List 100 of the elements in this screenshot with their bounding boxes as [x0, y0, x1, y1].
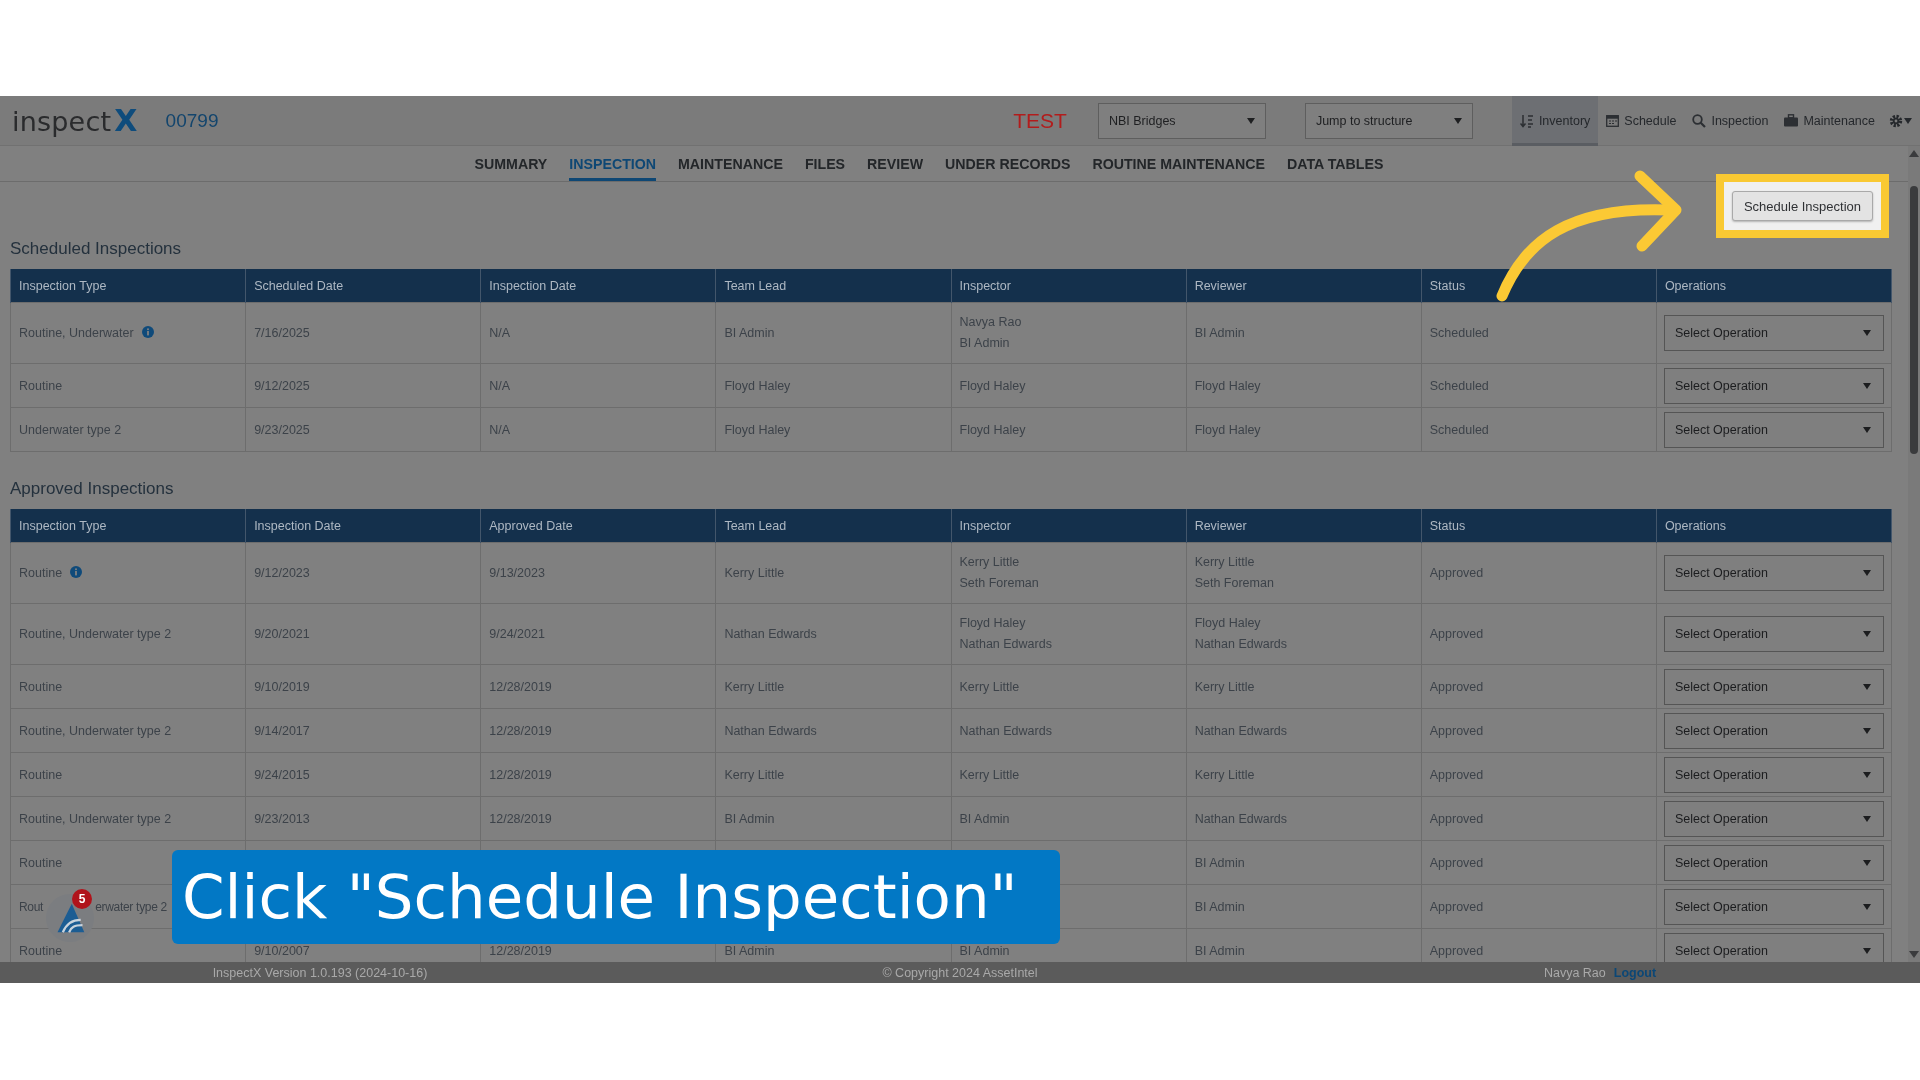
structure-dropdown[interactable]: Jump to structure [1304, 102, 1473, 139]
app-logo[interactable]: inspectX [12, 103, 138, 138]
scrollbar[interactable] [1908, 146, 1920, 962]
caret-icon [1246, 117, 1255, 124]
column-header: Reviewer [1186, 509, 1422, 543]
page-tab[interactable]: SUMMARY [474, 146, 548, 181]
scroll-up-icon[interactable] [1909, 150, 1919, 157]
table-cell: BI Admin [1186, 840, 1422, 885]
column-header: Inspector [951, 269, 1187, 303]
table-cell: Nathan Edwards [1186, 796, 1422, 841]
info-icon[interactable] [141, 326, 154, 338]
settings-icon [1889, 113, 1903, 128]
table-cell: BI Admin [1186, 302, 1422, 364]
page-tab[interactable]: ROUTINE MAINTENANCE [1092, 146, 1265, 181]
operation-select[interactable]: Select Operation [1663, 844, 1884, 881]
operation-select[interactable]: Select Operation [1663, 555, 1884, 591]
table-cell: Kerry Little [951, 664, 1187, 709]
table-cell: Floyd Haley Nathan Edwards [1186, 603, 1422, 665]
operation-select[interactable]: Select Operation [1663, 411, 1884, 448]
table-cell: 12/28/2019 [480, 796, 716, 841]
table-cell: Floyd Haley [715, 363, 951, 408]
table-cell: Approved [1421, 708, 1657, 753]
table-cell: Kerry Little [1186, 664, 1422, 709]
table-cell: Scheduled [1421, 302, 1657, 364]
operation-select[interactable]: Select Operation [1663, 315, 1884, 351]
column-header: Inspection Type [10, 509, 246, 543]
column-header: Inspection Date [480, 269, 716, 303]
table-cell: Kerry Little [715, 752, 951, 797]
briefcase-icon [1784, 114, 1799, 127]
user-name: Navya Rao [1543, 965, 1606, 980]
page-tab[interactable]: MAINTENANCE [678, 146, 783, 181]
operation-select[interactable]: Select Operation [1663, 367, 1884, 404]
page-tab[interactable]: FILES [804, 146, 846, 181]
column-header: Operations [1656, 509, 1892, 543]
table-cell: N/A [480, 363, 716, 408]
caret-icon [1863, 947, 1871, 954]
table-cell: Floyd Haley [951, 363, 1187, 408]
scroll-down-icon[interactable] [1909, 951, 1919, 958]
table-cell: Approved [1421, 884, 1657, 929]
operation-select[interactable]: Select Operation [1663, 616, 1884, 652]
table-cell: 9/23/2025 [245, 407, 481, 452]
table-cell: Approved [1421, 796, 1657, 841]
nav-link[interactable]: Inspection [1684, 96, 1777, 146]
tutorial-caption: Click "Schedule Inspection" [172, 850, 1060, 944]
cell-text: Routine, Underwater [19, 326, 134, 340]
schedule-inspection-button[interactable]: Schedule Inspection [1731, 191, 1873, 221]
caret-icon [1863, 683, 1871, 690]
table-cell: BI Admin [715, 796, 951, 841]
caret-icon [1863, 382, 1871, 389]
table-cell: Approved [1421, 603, 1657, 665]
scroll-thumb[interactable] [1910, 186, 1918, 454]
operation-select[interactable]: Select Operation [1663, 800, 1884, 837]
sort-icon [1519, 113, 1534, 128]
operation-select[interactable]: Select Operation [1663, 888, 1884, 925]
table-cell: Kerry Little Seth Foreman [1186, 542, 1422, 604]
table-cell: Routine, Underwater type 2 [10, 708, 246, 753]
page-tab[interactable]: REVIEW [867, 146, 924, 181]
table-cell: Routine [10, 752, 246, 797]
operation-select[interactable]: Select Operation [1663, 712, 1884, 749]
operation-select[interactable]: Select Operation [1663, 932, 1884, 962]
table-cell: BI Admin [1186, 884, 1422, 929]
table-cell: Routine [10, 363, 246, 408]
caret-icon [1863, 330, 1871, 336]
dataset-dropdown[interactable]: NBI Bridges [1097, 102, 1266, 139]
column-header: Status [1421, 509, 1657, 543]
page-tab[interactable]: INSPECTION [569, 146, 657, 181]
help-widget[interactable]: 5 [45, 893, 95, 943]
table-cell: 9/10/2019 [245, 664, 481, 709]
table-cell: Nathan Edwards [951, 708, 1187, 753]
table-cell: 9/20/2021 [245, 603, 481, 665]
table-cell: Approved [1421, 664, 1657, 709]
cell-text: Routine [19, 566, 63, 580]
settings-menu[interactable] [1889, 113, 1912, 128]
operation-select[interactable]: Select Operation [1663, 756, 1884, 793]
nav-link[interactable]: Maintenance [1776, 96, 1883, 146]
table-cell: Underwater type 2 [10, 407, 246, 452]
table-cell: BI Admin [951, 796, 1187, 841]
table-cell: 12/28/2019 [480, 752, 716, 797]
column-header: Approved Date [480, 509, 716, 543]
cell-text: Rout [19, 899, 44, 914]
page-tab[interactable]: DATA TABLES [1287, 146, 1384, 181]
nav-link[interactable]: Inventory [1511, 96, 1599, 146]
column-header: Scheduled Date [245, 269, 481, 303]
copyright-text: © Copyright 2024 AssetIntel [881, 965, 1039, 980]
operation-select[interactable]: Select Operation [1663, 668, 1884, 705]
table-cell: Approved [1421, 840, 1657, 885]
info-icon[interactable] [70, 566, 83, 578]
column-header: Team Lead [715, 509, 951, 543]
column-header: Inspector [951, 509, 1187, 543]
nav-link[interactable]: Schedule [1598, 96, 1685, 146]
page-tab[interactable]: UNDER RECORDS [945, 146, 1071, 181]
table-cell: Navya Rao BI Admin [951, 302, 1187, 364]
column-header: Inspection Date [245, 509, 481, 543]
table-cell: Routine [10, 664, 246, 709]
table-cell: Nathan Edwards [1186, 708, 1422, 753]
section-title: Scheduled Inspections [10, 238, 183, 260]
table-cell: Kerry Little [951, 752, 1187, 797]
table-cell: 9/24/2015 [245, 752, 481, 797]
environment-label: TEST [1013, 108, 1067, 133]
table-cell: Approved [1421, 542, 1657, 604]
